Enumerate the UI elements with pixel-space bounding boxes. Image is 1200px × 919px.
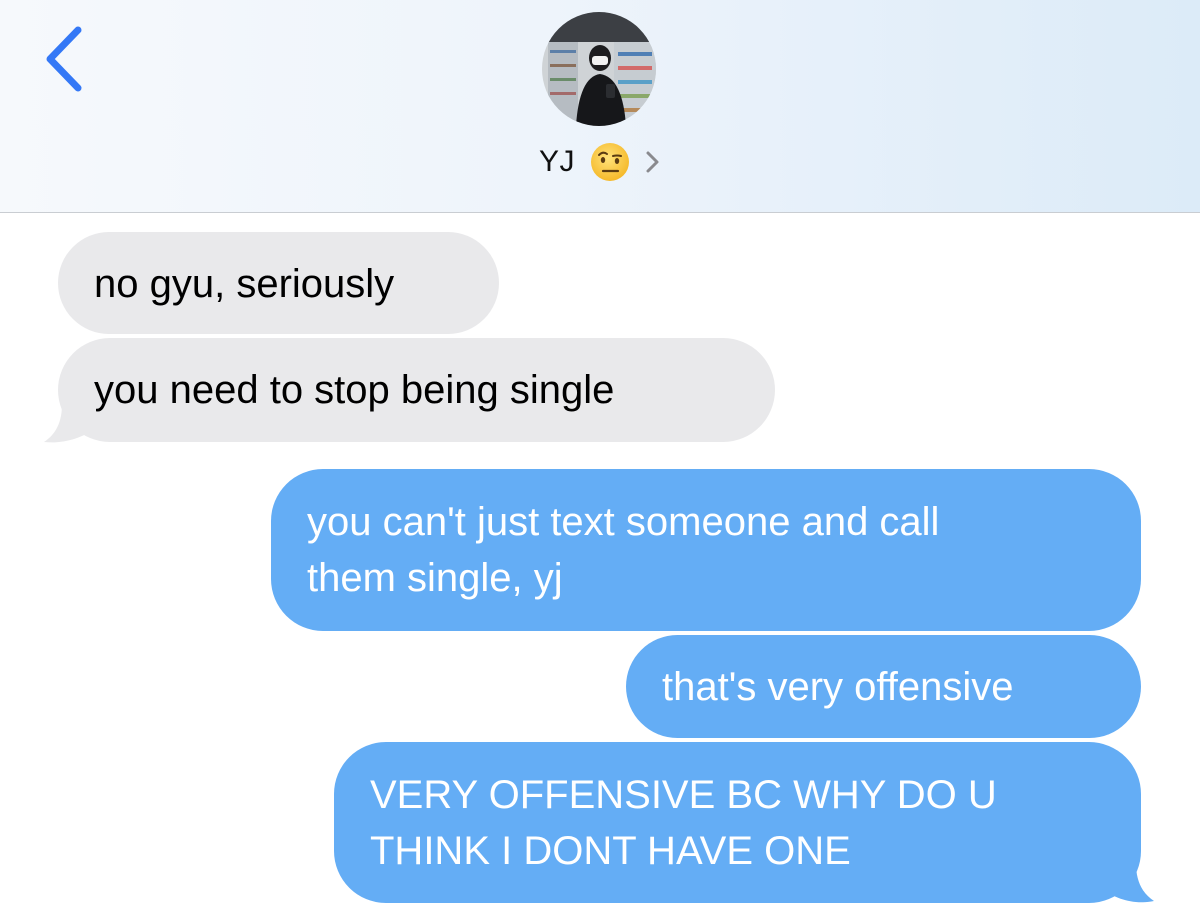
message-text-line: them single, yj bbox=[307, 556, 563, 600]
outgoing-message-bubble[interactable]: that's very offensive bbox=[626, 635, 1141, 738]
chevron-right-icon bbox=[646, 151, 659, 173]
contact-details-button[interactable]: YJ bbox=[0, 140, 1200, 184]
contact-name: YJ bbox=[538, 145, 575, 178]
back-button[interactable] bbox=[40, 22, 100, 96]
message-text: no gyu, seriously bbox=[94, 262, 395, 306]
conversation-header: YJ bbox=[0, 0, 1200, 213]
face-with-raised-eyebrow-icon bbox=[591, 143, 629, 181]
incoming-message-bubble[interactable]: no gyu, seriously bbox=[58, 232, 499, 334]
outgoing-message-bubble[interactable]: you can't just text someone and call the… bbox=[271, 469, 1141, 631]
message-text-line: VERY OFFENSIVE BC WHY DO U bbox=[370, 773, 997, 817]
message-text: that's very offensive bbox=[662, 665, 1014, 709]
incoming-message-bubble[interactable]: you need to stop being single bbox=[58, 338, 775, 442]
outgoing-message-bubble[interactable]: VERY OFFENSIVE BC WHY DO U THINK I DONT … bbox=[334, 742, 1141, 903]
contact-photo bbox=[542, 12, 656, 126]
avatar[interactable] bbox=[542, 12, 656, 126]
outgoing-bubble-tail bbox=[1102, 863, 1154, 903]
chevron-left-icon bbox=[46, 26, 82, 92]
message-text-line: you can't just text someone and call bbox=[307, 500, 940, 544]
incoming-bubble-tail bbox=[44, 404, 96, 443]
message-text: you need to stop being single bbox=[94, 368, 615, 412]
message-text-line: THINK I DONT HAVE ONE bbox=[370, 829, 851, 873]
